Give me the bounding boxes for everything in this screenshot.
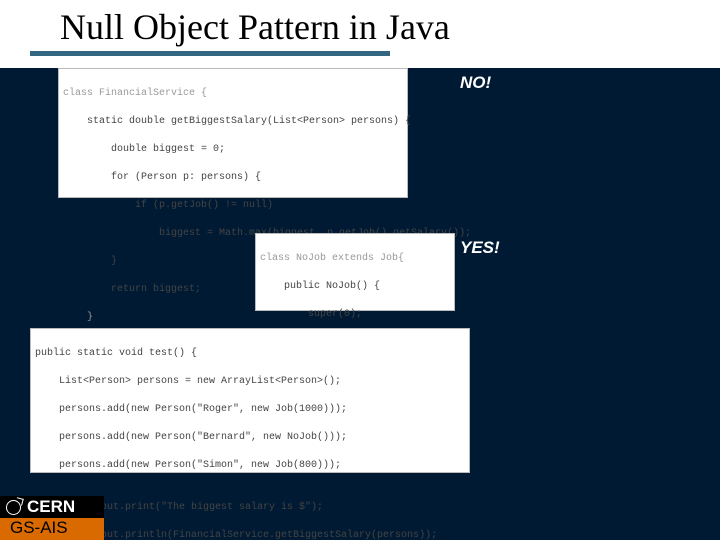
code-line: class FinancialService { — [63, 87, 401, 101]
footer-org: CERN — [27, 497, 75, 517]
code-line: class NoJob extends Job{ — [260, 252, 448, 266]
code-line: super(0); — [260, 308, 448, 322]
code-line: persons.add(new Person("Roger", new Job(… — [35, 403, 463, 417]
code-line: if (p.getJob() != null) — [63, 199, 401, 213]
code-financial-service: class FinancialService { static double g… — [58, 68, 408, 198]
code-line: List<Person> persons = new ArrayList<Per… — [35, 375, 463, 389]
cern-logo-icon — [6, 500, 21, 515]
slide-title: Null Object Pattern in Java — [0, 0, 720, 51]
title-spacer — [0, 60, 720, 68]
code-line: public NoJob() { — [260, 280, 448, 294]
title-underline — [30, 51, 390, 56]
code-test-method: public static void test() { List<Person>… — [30, 328, 470, 473]
footer-dept: GS-AIS — [0, 518, 104, 540]
label-no: NO! — [460, 73, 491, 93]
label-yes: YES! — [460, 238, 500, 258]
footer-org-row: CERN — [0, 496, 104, 518]
footer: CERN GS-AIS — [0, 496, 104, 540]
code-line: persons.add(new Person("Bernard", new No… — [35, 431, 463, 445]
title-underline-wrap — [0, 51, 720, 60]
code-line: persons.add(new Person("Simon", new Job(… — [35, 459, 463, 473]
code-line: double biggest = 0; — [63, 143, 401, 157]
code-line: static double getBiggestSalary(List<Pers… — [63, 115, 401, 129]
code-line: public static void test() { — [35, 347, 463, 361]
code-line: for (Person p: persons) { — [63, 171, 401, 185]
code-nojob-class: class NoJob extends Job{ public NoJob() … — [255, 233, 455, 311]
